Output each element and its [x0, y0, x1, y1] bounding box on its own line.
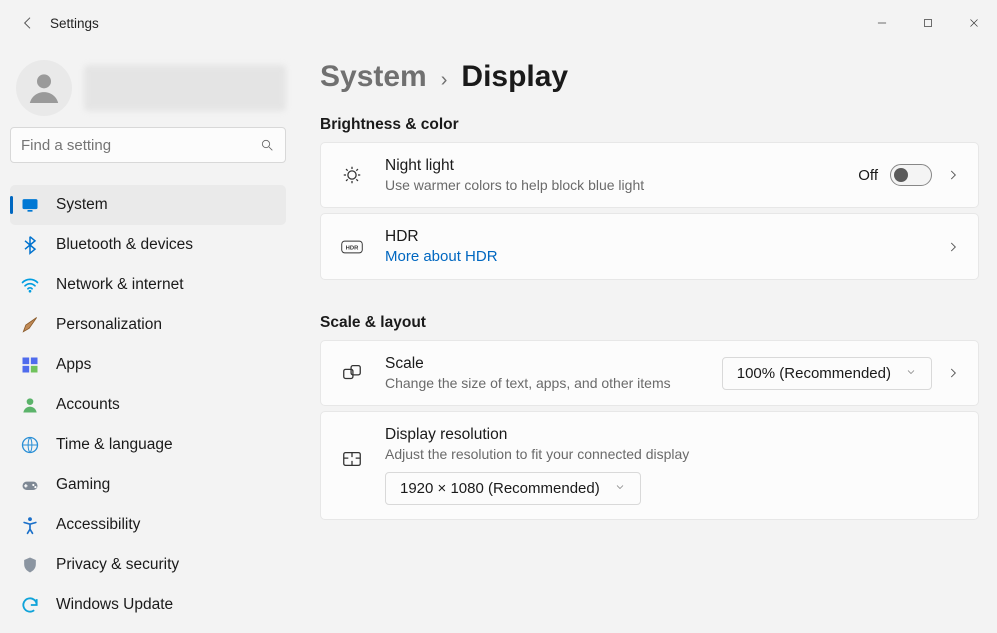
sidebar-item-label: Accessibility [56, 516, 140, 534]
scale-icon [339, 362, 365, 384]
sidebar-item-gaming[interactable]: Gaming [10, 465, 286, 505]
chevron-right-icon[interactable] [944, 240, 962, 254]
breadcrumb: System › Display [320, 60, 979, 94]
person-icon [20, 395, 40, 415]
sidebar-item-accounts[interactable]: Accounts [10, 385, 286, 425]
section-title-brightness: Brightness & color [320, 116, 979, 134]
sidebar-item-label: Windows Update [56, 596, 173, 614]
chevron-down-icon [905, 365, 917, 382]
scale-subtitle: Change the size of text, apps, and other… [385, 375, 695, 391]
scale-title: Scale [385, 355, 702, 373]
night-light-title: Night light [385, 157, 838, 175]
breadcrumb-parent[interactable]: System [320, 60, 427, 94]
sidebar-item-apps[interactable]: Apps [10, 345, 286, 385]
sidebar-item-label: Bluetooth & devices [56, 236, 193, 254]
sidebar-item-label: Time & language [56, 436, 173, 454]
scale-row[interactable]: Scale Change the size of text, apps, and… [320, 340, 979, 406]
titlebar: Settings [0, 0, 997, 46]
hdr-icon: HDR [339, 239, 365, 255]
search-input[interactable] [10, 127, 286, 163]
resolution-dropdown-value: 1920 × 1080 (Recommended) [400, 480, 600, 497]
nav-list: System Bluetooth & devices Network & inter… [10, 185, 286, 625]
sidebar-item-label: System [56, 196, 108, 214]
sidebar-item-label: Network & internet [56, 276, 184, 294]
main-pane: System › Display Brightness & color Nigh… [296, 46, 997, 633]
brush-icon [20, 315, 40, 335]
section-title-scale: Scale & layout [320, 314, 979, 332]
gamepad-icon [20, 475, 40, 495]
sidebar-item-network-internet[interactable]: Network & internet [10, 265, 286, 305]
wifi-icon [20, 275, 40, 295]
avatar-icon [16, 60, 72, 116]
sidebar-item-windows-update[interactable]: Windows Update [10, 585, 286, 625]
scale-dropdown[interactable]: 100% (Recommended) [722, 357, 932, 390]
search-icon [249, 137, 285, 153]
profile-info-redacted [84, 65, 286, 111]
sidebar-item-privacy-security[interactable]: Privacy & security [10, 545, 286, 585]
scale-dropdown-value: 100% (Recommended) [737, 365, 891, 382]
night-light-icon [339, 164, 365, 186]
svg-text:HDR: HDR [346, 245, 359, 251]
night-light-subtitle: Use warmer colors to help block blue lig… [385, 177, 838, 193]
bluetooth-icon [20, 235, 40, 255]
search-input-field[interactable] [11, 137, 249, 154]
sidebar-item-accessibility[interactable]: Accessibility [10, 505, 286, 545]
resolution-title: Display resolution [385, 426, 962, 444]
sidebar-item-personalization[interactable]: Personalization [10, 305, 286, 345]
window-minimize-button[interactable] [859, 0, 905, 46]
sidebar-item-label: Accounts [56, 396, 120, 414]
monitor-icon [20, 195, 40, 215]
profile-block[interactable] [10, 53, 286, 123]
window-title: Settings [50, 16, 99, 31]
sidebar-item-label: Privacy & security [56, 556, 179, 574]
sidebar-item-time-language[interactable]: Time & language [10, 425, 286, 465]
hdr-more-link[interactable]: More about HDR [385, 248, 924, 265]
globe-clock-icon [20, 435, 40, 455]
hdr-row[interactable]: HDR HDR More about HDR [320, 213, 979, 280]
sidebar-item-label: Gaming [56, 476, 110, 494]
apps-icon [20, 355, 40, 375]
night-light-toggle[interactable] [890, 164, 932, 186]
window-maximize-button[interactable] [905, 0, 951, 46]
update-icon [20, 595, 40, 615]
sidebar-item-bluetooth-devices[interactable]: Bluetooth & devices [10, 225, 286, 265]
back-button[interactable] [14, 9, 42, 37]
shield-icon [20, 555, 40, 575]
chevron-right-icon: › [441, 69, 448, 92]
sidebar: System Bluetooth & devices Network & inter… [0, 46, 296, 633]
chevron-right-icon[interactable] [944, 366, 962, 380]
resolution-dropdown[interactable]: 1920 × 1080 (Recommended) [385, 472, 641, 505]
accessibility-icon [20, 515, 40, 535]
chevron-down-icon [614, 480, 626, 497]
window-close-button[interactable] [951, 0, 997, 46]
breadcrumb-current: Display [461, 60, 568, 94]
sidebar-item-label: Apps [56, 356, 91, 374]
resolution-icon [339, 448, 365, 470]
chevron-right-icon[interactable] [944, 168, 962, 182]
night-light-row[interactable]: Night light Use warmer colors to help bl… [320, 142, 979, 208]
resolution-subtitle: Adjust the resolution to fit your connec… [385, 446, 962, 462]
hdr-title: HDR [385, 228, 924, 246]
sidebar-item-label: Personalization [56, 316, 162, 334]
sidebar-item-system[interactable]: System [10, 185, 286, 225]
resolution-row[interactable]: Display resolution Adjust the resolution… [320, 411, 979, 520]
night-light-state-label: Off [858, 167, 878, 184]
